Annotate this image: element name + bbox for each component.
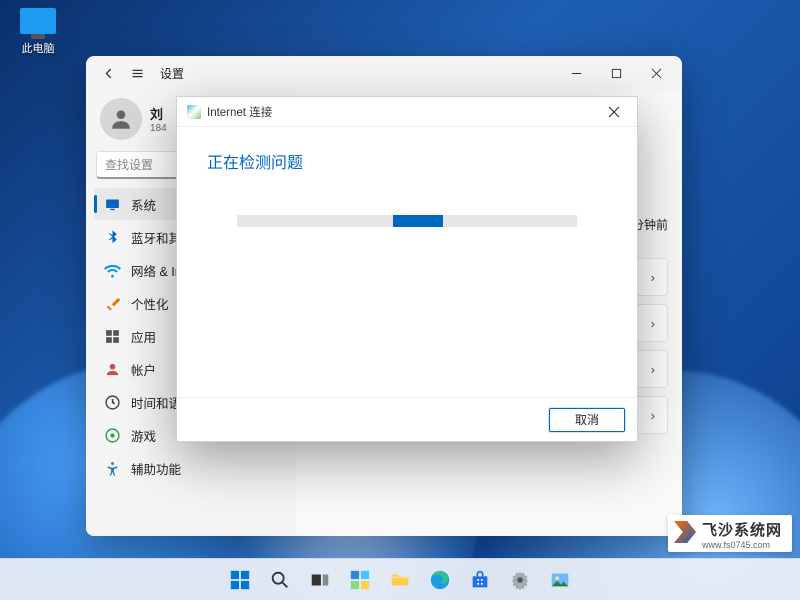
folder-icon <box>389 569 411 591</box>
avatar <box>100 98 142 140</box>
sidebar-item-label: 蓝牙和其 <box>131 228 181 247</box>
minimize-icon <box>571 68 582 79</box>
bluetooth-icon <box>104 229 121 246</box>
photos-icon <box>549 569 571 591</box>
minimize-button[interactable] <box>556 59 596 87</box>
troubleshoot-icon <box>187 105 201 119</box>
edge-icon <box>429 569 451 591</box>
troubleshooter-titlebar: Internet 连接 <box>177 97 637 127</box>
close-button[interactable] <box>636 59 676 87</box>
troubleshooter-title: Internet 连接 <box>207 104 272 120</box>
brush-icon <box>104 295 121 312</box>
troubleshooter-footer: 取消 <box>177 397 637 441</box>
system-icon <box>104 196 121 213</box>
search-icon <box>269 569 291 591</box>
hamburger-icon <box>130 66 145 81</box>
troubleshooter-dialog: Internet 连接 正在检测问题 取消 <box>176 96 638 442</box>
store-button[interactable] <box>463 563 497 597</box>
chevron-right-icon: › <box>651 408 655 423</box>
taskbar <box>0 558 800 600</box>
nav-menu-button[interactable] <box>124 60 150 86</box>
widgets-button[interactable] <box>343 563 377 597</box>
wifi-icon <box>104 262 121 279</box>
cancel-button[interactable]: 取消 <box>549 408 625 432</box>
sidebar-item-label: 网络 & In <box>131 261 182 280</box>
account-sub: 184 <box>150 123 167 134</box>
accessibility-icon <box>104 460 121 477</box>
maximize-icon <box>611 68 622 79</box>
gaming-icon <box>104 427 121 444</box>
explorer-button[interactable] <box>383 563 417 597</box>
desktop-icon-this-pc[interactable]: 此电脑 <box>8 8 68 56</box>
back-button[interactable] <box>96 60 122 86</box>
taskview-button[interactable] <box>303 563 337 597</box>
settings-title: 设置 <box>160 65 184 82</box>
watermark: 飞沙系统网 www.fs0745.com <box>668 515 792 552</box>
close-icon <box>651 68 662 79</box>
account-icon <box>104 361 121 378</box>
arrow-left-icon <box>102 66 117 81</box>
progress-bar <box>237 215 577 227</box>
start-button[interactable] <box>223 563 257 597</box>
account-name: 刘 <box>150 104 167 123</box>
sidebar-item-accessibility[interactable]: 辅助功能 <box>94 452 288 484</box>
settings-titlebar: 设置 <box>86 56 682 90</box>
search-button[interactable] <box>263 563 297 597</box>
sidebar-item-label: 系统 <box>131 195 156 214</box>
windows-icon <box>229 569 251 591</box>
sidebar-item-label: 个性化 <box>131 294 169 313</box>
dialog-close-button[interactable] <box>597 100 631 124</box>
widgets-icon <box>349 569 371 591</box>
apps-icon <box>104 328 121 345</box>
close-icon <box>608 106 620 118</box>
photos-button[interactable] <box>543 563 577 597</box>
edge-button[interactable] <box>423 563 457 597</box>
settings-taskbar-button[interactable] <box>503 563 537 597</box>
search-placeholder: 查找设置 <box>105 156 153 173</box>
gear-icon <box>509 569 531 591</box>
troubleshooter-heading: 正在检测问题 <box>207 149 607 173</box>
person-icon <box>108 106 134 132</box>
chevron-right-icon: › <box>651 316 655 331</box>
sidebar-item-label: 帐户 <box>131 360 156 379</box>
monitor-icon <box>20 8 56 34</box>
taskview-icon <box>309 569 331 591</box>
sidebar-item-label: 应用 <box>131 327 156 346</box>
desktop-icon-label: 此电脑 <box>8 40 68 56</box>
maximize-button[interactable] <box>596 59 636 87</box>
sidebar-item-label: 游戏 <box>131 426 156 445</box>
sidebar-item-label: 辅助功能 <box>131 459 181 478</box>
troubleshooter-body: 正在检测问题 <box>177 127 637 397</box>
clock-icon <box>104 394 121 411</box>
chevron-right-icon: › <box>651 362 655 377</box>
progress-segment <box>393 215 443 227</box>
sidebar-item-label: 时间和语 <box>131 393 181 412</box>
chevron-right-icon: › <box>651 270 655 285</box>
store-icon <box>469 569 491 591</box>
